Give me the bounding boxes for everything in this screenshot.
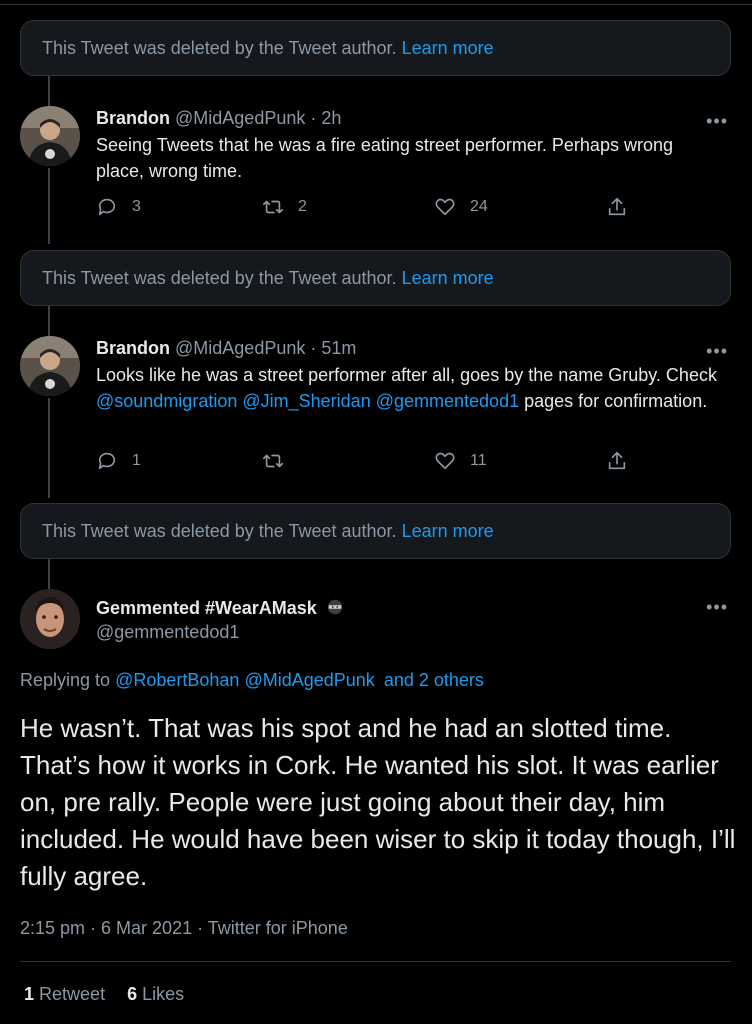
tweet-timestamp[interactable]: 2:15 pm · 6 Mar 2021 · Twitter for iPhon…: [20, 918, 348, 939]
like-count: 11: [470, 452, 487, 469]
learn-more-link[interactable]: Learn more: [402, 521, 494, 542]
likes-label: Likes: [142, 984, 185, 1004]
like-button[interactable]: 11: [434, 450, 487, 472]
deleted-notice-text: This Tweet was deleted by the Tweet auth…: [42, 267, 397, 288]
thread-line: [48, 306, 50, 336]
retweet-button[interactable]: 2: [262, 196, 307, 218]
main-author-name[interactable]: Gemmented #WearAMask: [96, 596, 344, 620]
tweet-brandon-1[interactable]: Brandon @MidAgedPunk · 2h Seeing Tweets …: [0, 106, 752, 246]
tweet-header: Brandon @MidAgedPunk · 51m: [96, 336, 726, 360]
tweet-time[interactable]: · 51m: [310, 338, 356, 358]
tweet-brandon-2[interactable]: Brandon @MidAgedPunk · 51m Looks like he…: [0, 336, 752, 496]
retweet-count: 2: [298, 198, 307, 215]
author-name[interactable]: Brandon: [96, 108, 170, 128]
avatar-image-icon: [20, 589, 80, 649]
learn-more-link[interactable]: Learn more: [402, 38, 494, 59]
like-icon: [435, 198, 455, 216]
likes-count: 6: [127, 984, 138, 1004]
tweet-time[interactable]: · 2h: [310, 108, 341, 128]
deleted-notice-text: This Tweet was deleted by the Tweet auth…: [42, 37, 397, 58]
like-count: 24: [470, 198, 488, 215]
like-button[interactable]: 24: [434, 196, 488, 218]
replying-prefix: Replying to: [20, 670, 111, 690]
top-divider: [0, 4, 752, 5]
avatar-image-icon: [20, 336, 80, 396]
mention-link[interactable]: @MidAgedPunk: [244, 670, 374, 690]
thread-line: [48, 559, 50, 589]
author-handle[interactable]: @MidAgedPunk: [175, 108, 305, 128]
deleted-tweet-notice: This Tweet was deleted by the Tweet auth…: [20, 250, 731, 306]
tweet-actions: 1 11: [96, 450, 636, 476]
share-icon: [608, 451, 626, 470]
main-tweet-text: He wasn’t. That was his spot and he had …: [20, 713, 736, 891]
share-button[interactable]: [606, 196, 642, 218]
retweets-label: Retweet: [39, 984, 106, 1004]
author-name: Gemmented #WearAMask: [96, 598, 317, 618]
main-avatar[interactable]: [20, 589, 80, 649]
tweet-text-part: pages for confirmation.: [524, 391, 708, 411]
main-author-handle[interactable]: @gemmentedod1: [96, 620, 239, 644]
avatar[interactable]: [20, 106, 80, 166]
deleted-tweet-notice: This Tweet was deleted by the Tweet auth…: [20, 20, 731, 76]
stats-divider: [20, 961, 731, 962]
tweet-text-part: Looks like he was a street performer aft…: [96, 365, 717, 385]
reply-count: 3: [132, 198, 141, 215]
more-icon[interactable]: •••: [706, 598, 728, 616]
reply-icon: [98, 198, 116, 216]
avatar-image-icon: [20, 106, 80, 166]
mention-link[interactable]: @Jim_Sheridan: [242, 391, 370, 411]
reply-icon: [98, 452, 116, 470]
retweet-button[interactable]: [262, 450, 298, 472]
reply-button[interactable]: 3: [96, 196, 141, 218]
retweet-icon: [263, 454, 283, 468]
like-icon: [435, 452, 455, 470]
retweets-stat[interactable]: 1 Retweet: [24, 984, 105, 1004]
mention-link[interactable]: @RobertBohan: [115, 670, 239, 690]
avatar[interactable]: [20, 336, 80, 396]
reply-button[interactable]: 1: [96, 450, 141, 472]
ninja-emoji-icon: [327, 599, 342, 615]
replying-to: Replying to @RobertBohan @MidAgedPunk an…: [20, 670, 484, 691]
retweet-icon: [263, 200, 283, 214]
tweet-actions: 3 2 24: [96, 196, 636, 222]
deleted-tweet-notice: This Tweet was deleted by the Tweet auth…: [20, 503, 731, 559]
mention-link[interactable]: @soundmigration: [96, 391, 237, 411]
learn-more-link[interactable]: Learn more: [402, 268, 494, 289]
more-icon[interactable]: •••: [706, 112, 728, 130]
author-name[interactable]: Brandon: [96, 338, 170, 358]
deleted-notice-text: This Tweet was deleted by the Tweet auth…: [42, 520, 397, 541]
retweets-count: 1: [24, 984, 35, 1004]
tweet-stats: 1 Retweet 6 Likes: [24, 984, 184, 1005]
tweet-text: Seeing Tweets that he was a fire eating …: [96, 135, 673, 181]
tweet-text: Looks like he was a street performer aft…: [96, 362, 726, 414]
thread-line: [48, 76, 50, 106]
others-link[interactable]: and 2 others: [384, 670, 484, 690]
share-icon: [608, 197, 626, 216]
author-handle[interactable]: @MidAgedPunk: [175, 338, 305, 358]
likes-stat[interactable]: 6 Likes: [127, 984, 184, 1004]
reply-count: 1: [132, 452, 141, 469]
mention-link[interactable]: @gemmentedod1: [376, 391, 519, 411]
tweet-header: Brandon @MidAgedPunk · 2h: [96, 106, 726, 130]
share-button[interactable]: [606, 450, 642, 472]
more-icon[interactable]: •••: [706, 342, 728, 360]
